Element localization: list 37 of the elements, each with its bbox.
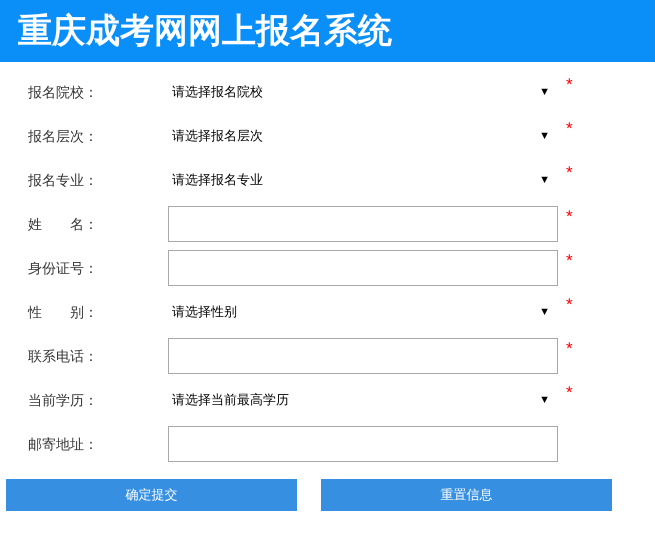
select-value: 请选择性别: [172, 303, 238, 322]
required-mark: *: [566, 294, 573, 316]
dropdown-arrow-icon: ▼: [539, 392, 550, 408]
select-field[interactable]: 请选择报名层次 ▼: [168, 118, 558, 154]
required-mark: *: [566, 382, 573, 404]
select-value: 请选择报名层次: [172, 127, 264, 146]
dropdown-arrow-icon: ▼: [539, 128, 550, 144]
required-mark: *: [566, 118, 573, 140]
field-label: 报名院校：: [27, 82, 99, 102]
dropdown-arrow-icon: ▼: [539, 84, 550, 100]
field-label: 报名专业：: [27, 170, 99, 190]
select-value: 请选择报名院校: [172, 83, 264, 102]
input-field[interactable]: [168, 338, 558, 374]
required-mark: *: [566, 338, 573, 360]
required-mark: *: [566, 250, 573, 272]
required-mark: *: [566, 162, 573, 184]
select-value: 请选择当前最高学历: [172, 391, 290, 410]
input-field[interactable]: [168, 426, 558, 462]
input-field[interactable]: [168, 206, 558, 242]
field-label: 姓 名：: [27, 214, 99, 234]
input-field[interactable]: [168, 250, 558, 286]
select-field[interactable]: 请选择当前最高学历 ▼: [168, 382, 558, 418]
select-field[interactable]: 请选择性别 ▼: [168, 294, 558, 330]
select-field[interactable]: 请选择报名院校 ▼: [168, 74, 558, 110]
dropdown-arrow-icon: ▼: [539, 304, 550, 320]
required-mark: *: [566, 74, 573, 96]
field-label: 身份证号：: [27, 258, 99, 278]
field-label: 报名层次：: [27, 126, 99, 146]
site-title: 重庆成考网网上报名系统: [18, 11, 392, 52]
field-label: 性 别：: [26, 302, 99, 322]
select-value: 请选择报名专业: [172, 171, 264, 190]
dropdown-arrow-icon: ▼: [539, 172, 550, 188]
select-field[interactable]: 请选择报名专业 ▼: [168, 162, 558, 198]
field-label: 当前学历：: [27, 390, 99, 410]
field-label: 邮寄地址：: [27, 434, 99, 454]
field-label: 联系电话：: [27, 346, 99, 366]
required-mark: *: [566, 206, 573, 228]
